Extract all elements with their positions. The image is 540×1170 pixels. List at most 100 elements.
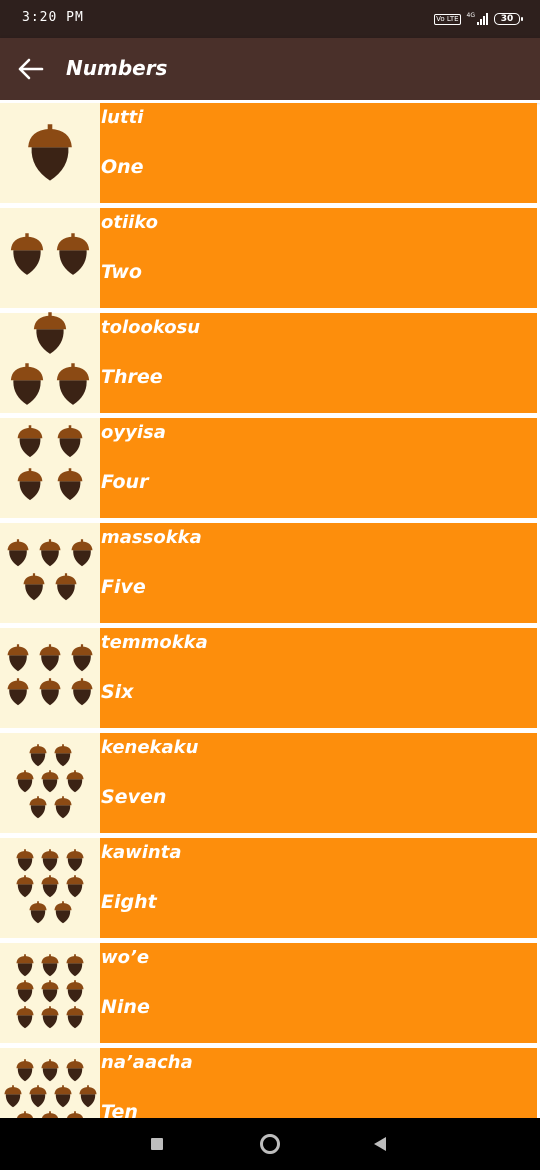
number-list-item[interactable]: otiiko Two <box>0 205 540 310</box>
acorn-group-icon <box>16 744 84 822</box>
number-list[interactable]: lutti One otiiko Two tolookosu Three oyyisa Fou… <box>0 100 540 1118</box>
arrow-left-icon <box>18 58 44 80</box>
number-list-item[interactable]: temmokka Six <box>0 625 540 730</box>
acorn-icon <box>17 468 43 501</box>
acorn-icon <box>41 1111 59 1118</box>
acorn-icon <box>28 744 47 767</box>
english-word: Four <box>101 471 149 493</box>
acorn-icon <box>16 980 34 1003</box>
square-recents-icon <box>151 1138 163 1150</box>
acorn-icon <box>7 678 29 706</box>
acorn-group-icon <box>17 425 83 511</box>
acorn-icon <box>10 232 44 275</box>
acorn-icon <box>16 1111 34 1118</box>
miwok-word: temmokka <box>101 632 208 653</box>
miwok-word: tolookosu <box>101 317 201 338</box>
acorn-group-icon <box>16 849 84 927</box>
miwok-word: wo’e <box>101 947 150 968</box>
acorn-icon <box>16 1059 34 1082</box>
number-list-item[interactable]: na’aacha Ten <box>0 1045 540 1118</box>
number-list-item[interactable]: oyyisa Four <box>0 415 540 520</box>
acorn-icon <box>66 980 84 1003</box>
acorn-icon <box>71 644 93 672</box>
acorn-icon <box>7 539 29 567</box>
status-bar: 3:20 PM Vo LTE 4G 30 <box>0 0 540 38</box>
acorn-icon <box>53 744 72 767</box>
acorn-icon <box>55 573 77 601</box>
number-text-box[interactable]: kenekaku Seven <box>100 733 537 833</box>
acorn-icon <box>23 573 45 601</box>
miwok-word: na’aacha <box>101 1052 193 1073</box>
acorn-icon <box>41 954 59 977</box>
status-icons: Vo LTE 4G 30 <box>434 10 523 28</box>
english-word: Ten <box>101 1101 138 1118</box>
acorn-icon <box>71 539 93 567</box>
number-text-box[interactable]: massokka Five <box>100 523 537 623</box>
acorn-group-icon <box>16 954 84 1032</box>
acorn-icon <box>66 849 84 872</box>
number-list-item[interactable]: massokka Five <box>0 520 540 625</box>
acorn-icon <box>53 901 72 924</box>
acorn-icon <box>28 1085 47 1108</box>
english-word: Five <box>101 576 146 598</box>
volte-badge: Vo LTE <box>434 13 461 25</box>
acorn-icon <box>28 796 47 819</box>
number-text-box[interactable]: otiiko Two <box>100 208 537 308</box>
home-button[interactable] <box>240 1118 300 1170</box>
nav-back-button[interactable] <box>350 1118 410 1170</box>
acorn-icon <box>66 954 84 977</box>
number-image <box>0 1048 100 1118</box>
english-word: Nine <box>101 996 150 1018</box>
number-text-box[interactable]: oyyisa Four <box>100 418 537 518</box>
number-text-box[interactable]: temmokka Six <box>100 628 537 728</box>
english-word: Two <box>101 261 142 283</box>
acorn-group-icon <box>10 312 90 414</box>
number-text-box[interactable]: tolookosu Three <box>100 313 537 413</box>
number-text-box[interactable]: lutti One <box>100 103 537 203</box>
number-list-item[interactable]: kenekaku Seven <box>0 730 540 835</box>
acorn-icon <box>56 363 90 405</box>
number-list-item[interactable]: tolookosu Three <box>0 310 540 415</box>
acorn-group-icon <box>7 644 93 712</box>
number-list-item[interactable]: kawinta Eight <box>0 835 540 940</box>
acorn-icon <box>71 678 93 706</box>
acorn-icon <box>16 875 34 898</box>
english-word: Seven <box>101 786 167 808</box>
acorn-icon <box>41 980 59 1003</box>
acorn-icon <box>66 875 84 898</box>
acorn-icon <box>57 425 83 458</box>
acorn-icon <box>17 425 43 458</box>
number-text-box[interactable]: wo’e Nine <box>100 943 537 1043</box>
acorn-group-icon <box>27 124 73 182</box>
number-image <box>0 628 100 728</box>
acorn-icon <box>39 539 61 567</box>
back-button[interactable] <box>18 57 44 81</box>
acorn-icon <box>41 849 59 872</box>
number-image <box>0 943 100 1043</box>
acorn-icon <box>41 875 59 898</box>
acorn-icon <box>3 1085 22 1108</box>
miwok-word: otiiko <box>101 212 159 233</box>
miwok-word: massokka <box>101 527 202 548</box>
network-type: 4G <box>466 12 475 19</box>
acorn-icon <box>16 770 34 793</box>
number-list-item[interactable]: lutti One <box>0 100 540 205</box>
recents-button[interactable] <box>127 1118 187 1170</box>
acorn-icon <box>28 124 72 181</box>
acorn-icon <box>57 468 83 501</box>
circle-home-icon <box>260 1134 280 1154</box>
number-image <box>0 103 100 203</box>
acorn-icon <box>53 796 72 819</box>
acorn-icon <box>28 901 47 924</box>
number-text-box[interactable]: kawinta Eight <box>100 838 537 938</box>
acorn-icon <box>39 644 61 672</box>
number-image <box>0 208 100 308</box>
number-image <box>0 838 100 938</box>
number-text-box[interactable]: na’aacha Ten <box>100 1048 537 1118</box>
acorn-icon <box>66 1111 84 1118</box>
miwok-word: oyyisa <box>101 422 166 443</box>
acorn-icon <box>53 1085 72 1108</box>
number-list-item[interactable]: wo’e Nine <box>0 940 540 1045</box>
number-image <box>0 312 100 414</box>
battery-icon: 30 <box>494 13 523 25</box>
